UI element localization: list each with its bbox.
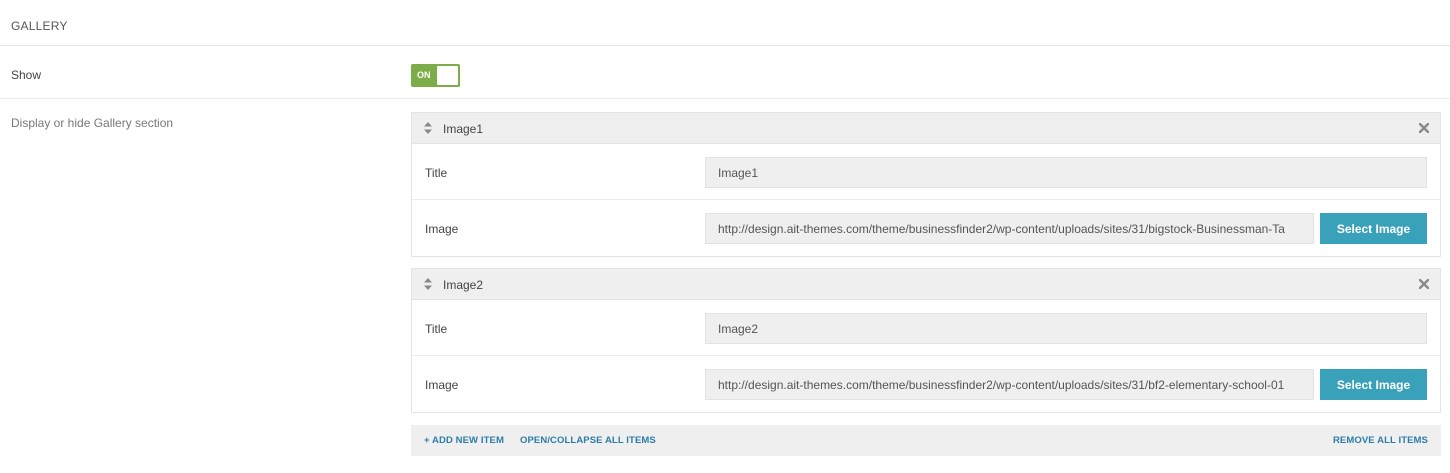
open-collapse-all-link[interactable]: OPEN/COLLAPSE ALL ITEMS	[520, 435, 656, 446]
title-input[interactable]	[705, 157, 1427, 188]
image-url-input[interactable]	[705, 213, 1314, 244]
toggle-state-text: ON	[417, 70, 431, 80]
select-image-button[interactable]: Select Image	[1320, 213, 1427, 244]
remove-all-items-link[interactable]: REMOVE ALL ITEMS	[1333, 435, 1428, 446]
remove-item-icon[interactable]	[1419, 123, 1429, 133]
show-row: Show ON	[0, 46, 1450, 99]
show-label: Show	[11, 68, 42, 82]
sort-handle-icon[interactable]	[424, 278, 432, 290]
items-footer-bar: + ADD NEW ITEM OPEN/COLLAPSE ALL ITEMS R…	[411, 425, 1441, 456]
image-field-row: Image Select Image	[412, 200, 1440, 256]
select-image-button[interactable]: Select Image	[1320, 369, 1427, 400]
gallery-item-name: Image1	[443, 122, 484, 136]
gallery-item-header[interactable]: Image2	[412, 269, 1440, 300]
gallery-item-name: Image2	[443, 278, 484, 292]
title-field-row: Title	[412, 300, 1440, 356]
image-label: Image	[425, 222, 459, 236]
title-field-row: Title	[412, 144, 1440, 200]
gallery-item-header[interactable]: Image1	[412, 113, 1440, 144]
section-header: GALLERY	[0, 0, 1450, 46]
remove-item-icon[interactable]	[1419, 279, 1429, 289]
show-description: Display or hide Gallery section	[11, 116, 174, 130]
add-new-item-link[interactable]: + ADD NEW ITEM	[424, 435, 504, 446]
show-toggle[interactable]: ON	[411, 64, 460, 87]
image-label: Image	[425, 378, 459, 392]
gallery-item: Image2 Title Image Select Image	[411, 268, 1441, 413]
image-url-input[interactable]	[705, 369, 1314, 400]
image-field-row: Image Select Image	[412, 356, 1440, 412]
title-input[interactable]	[705, 313, 1427, 344]
title-label: Title	[425, 322, 448, 336]
gallery-item: Image1 Title Image Select Image	[411, 112, 1441, 257]
sort-handle-icon[interactable]	[424, 122, 432, 134]
section-title: GALLERY	[11, 19, 68, 33]
title-label: Title	[425, 166, 448, 180]
toggle-knob	[437, 66, 458, 85]
